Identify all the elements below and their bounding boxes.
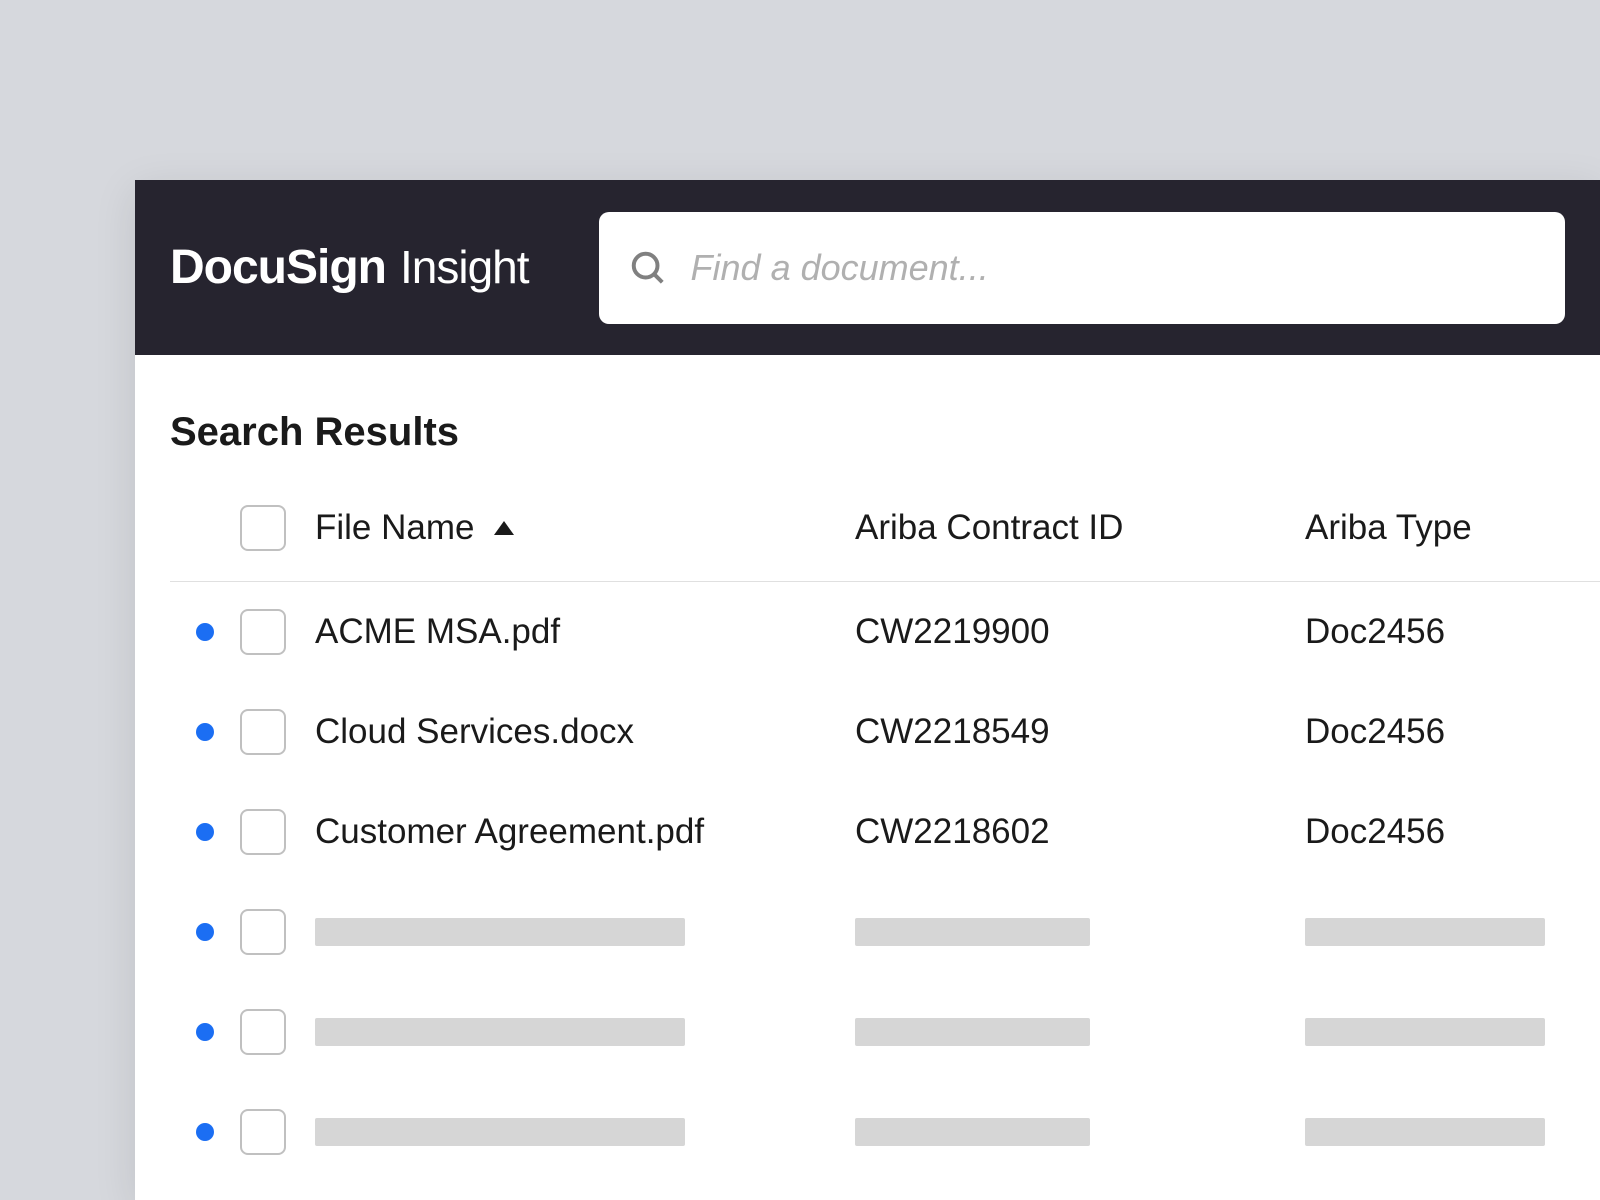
table-row[interactable]: Cloud Services.docx CW2218549 Doc2456 [170, 682, 1600, 782]
app-window: DocuSign Insight Search Results File Nam… [135, 180, 1600, 1200]
skeleton-placeholder [855, 1118, 1090, 1146]
column-header-contract-id-label: Ariba Contract ID [855, 508, 1123, 548]
column-header-ariba-type[interactable]: Ariba Type [1305, 508, 1600, 548]
status-dot-icon [196, 1123, 214, 1141]
status-dot-icon [196, 923, 214, 941]
table-row-skeleton [170, 1082, 1600, 1182]
skeleton-placeholder [315, 1118, 685, 1146]
row-checkbox[interactable] [240, 609, 286, 655]
content: Search Results File Name Ariba Contract … [135, 355, 1600, 1182]
search-input[interactable] [691, 247, 1535, 289]
header: DocuSign Insight [135, 180, 1600, 355]
cell-filename: ACME MSA.pdf [315, 612, 855, 652]
cell-contract-id: CW2219900 [855, 612, 1305, 652]
table-row[interactable]: ACME MSA.pdf CW2219900 Doc2456 [170, 582, 1600, 682]
status-dot-icon [196, 823, 214, 841]
cell-filename: Cloud Services.docx [315, 712, 855, 752]
cell-ariba-type: Doc2456 [1305, 712, 1600, 752]
row-checkbox[interactable] [240, 809, 286, 855]
row-checkbox[interactable] [240, 709, 286, 755]
column-header-ariba-type-label: Ariba Type [1305, 508, 1472, 548]
cell-ariba-type: Doc2456 [1305, 612, 1600, 652]
skeleton-placeholder [315, 918, 685, 946]
row-checkbox[interactable] [240, 1009, 286, 1055]
results-table: File Name Ariba Contract ID Ariba Type A… [170, 505, 1600, 1182]
row-checkbox[interactable] [240, 909, 286, 955]
skeleton-placeholder [1305, 1018, 1545, 1046]
status-dot-icon [196, 623, 214, 641]
section-title: Search Results [170, 410, 1600, 455]
column-header-filename[interactable]: File Name [315, 508, 855, 548]
table-header: File Name Ariba Contract ID Ariba Type [170, 505, 1600, 582]
column-header-contract-id[interactable]: Ariba Contract ID [855, 508, 1305, 548]
row-checkbox[interactable] [240, 1109, 286, 1155]
cell-ariba-type: Doc2456 [1305, 812, 1600, 852]
cell-contract-id: CW2218549 [855, 712, 1305, 752]
logo-brand: DocuSign [170, 240, 386, 295]
table-row[interactable]: Customer Agreement.pdf CW2218602 Doc2456 [170, 782, 1600, 882]
sort-ascending-icon [494, 521, 514, 535]
skeleton-placeholder [855, 1018, 1090, 1046]
cell-contract-id: CW2218602 [855, 812, 1305, 852]
skeleton-placeholder [855, 918, 1090, 946]
search-icon [629, 249, 667, 287]
column-header-filename-label: File Name [315, 508, 474, 548]
logo: DocuSign Insight [170, 240, 529, 295]
status-dot-icon [196, 1023, 214, 1041]
skeleton-placeholder [315, 1018, 685, 1046]
table-row-skeleton [170, 882, 1600, 982]
select-all-checkbox[interactable] [240, 505, 286, 551]
logo-product: Insight [400, 240, 529, 294]
skeleton-placeholder [1305, 918, 1545, 946]
skeleton-placeholder [1305, 1118, 1545, 1146]
table-row-skeleton [170, 982, 1600, 1082]
cell-filename: Customer Agreement.pdf [315, 812, 855, 852]
search-container[interactable] [599, 212, 1565, 324]
status-dot-icon [196, 723, 214, 741]
